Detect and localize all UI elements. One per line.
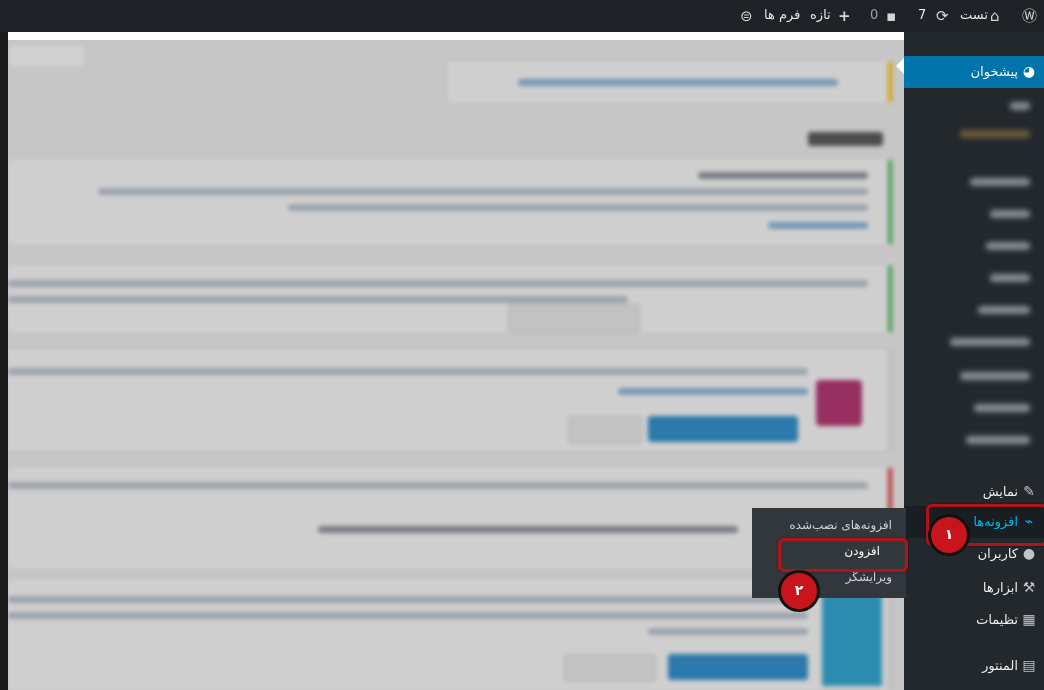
step-badge-1: ۱ <box>928 514 970 556</box>
submenu-installed-plugins[interactable]: افزونه‌های نصب‌شده <box>789 518 892 532</box>
admin-bar: Ⓦ ⌂ تست ⟳ 7 ▪ 0 + تازه فرم ها ⊜ <box>0 0 1044 32</box>
sidebar-item-dashboard[interactable]: ◕ پیشخوان <box>904 56 1044 88</box>
wrench-icon: ⚒ <box>1022 580 1036 596</box>
step-badge-2: ۲ <box>778 570 820 612</box>
sidebar-item-label: نمایش <box>982 485 1018 500</box>
updates-count[interactable]: 7 <box>918 0 926 32</box>
updates-icon[interactable]: ⟳ <box>936 0 949 32</box>
page-edge <box>0 32 8 690</box>
dashboard-icon: ◕ <box>1022 64 1036 80</box>
forms-link[interactable]: فرم ها <box>764 0 800 32</box>
sidebar-item-label: کاربران <box>977 547 1018 562</box>
sidebar-item-label: تظیمات <box>976 613 1018 628</box>
forms-icon[interactable]: ⊜ <box>740 0 753 32</box>
comments-icon[interactable]: ▪ <box>886 0 896 32</box>
wordpress-logo-icon[interactable]: Ⓦ <box>1022 0 1037 32</box>
new-content-link[interactable]: تازه <box>810 0 831 32</box>
admin-sidebar: ◕پیشخوان ✎نمایش ⌁افزونه‌ها ●کاربران ⚒ابز… <box>904 32 1044 690</box>
highlight-add-new <box>778 538 908 572</box>
settings-icon: ▦ <box>1022 612 1036 628</box>
new-content-icon[interactable]: + <box>838 0 851 32</box>
sidebar-item-elementor[interactable]: ▤ المنتور <box>904 650 1044 682</box>
sidebar-item-settings[interactable]: ▦ تظیمات <box>904 604 1044 636</box>
submenu-editor[interactable]: ویرایشگر <box>846 570 892 584</box>
comments-count[interactable]: 0 <box>870 0 878 32</box>
sidebar-item-tools[interactable]: ⚒ ابزارها <box>904 572 1044 604</box>
sidebar-blurred-items <box>904 92 1044 492</box>
sidebar-item-label: ابزارها <box>982 581 1018 596</box>
sidebar-item-label: المنتور <box>982 659 1018 674</box>
home-icon[interactable]: ⌂ <box>990 0 1000 32</box>
sidebar-item-label: پیشخوان <box>970 65 1018 80</box>
current-menu-pointer <box>896 58 904 74</box>
site-name-link[interactable]: تست <box>960 0 988 32</box>
elementor-icon: ▤ <box>1022 658 1036 674</box>
submenu-pointer <box>896 514 904 530</box>
